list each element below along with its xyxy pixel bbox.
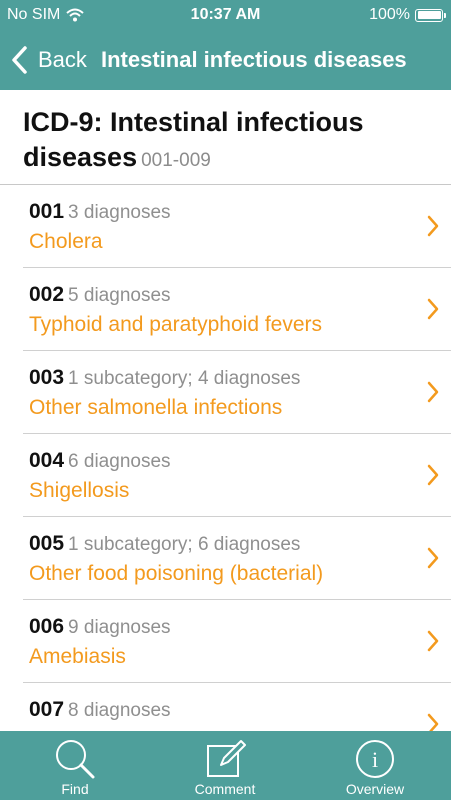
item-code: 005 1 subcategory; 6 diagnoses [29,532,300,556]
page-header: ICD-9: Intestinal infectious diseases 001… [0,90,451,185]
item-name: Cholera [29,230,103,253]
svg-text:i: i [372,747,378,772]
code-number: 007 [29,698,65,721]
item-meta: 3 diagnoses [68,202,171,223]
tab-find-label: Find [61,781,89,797]
code-number: 001 [29,200,65,223]
tab-bar: Find Comment i Overview [0,731,451,800]
chevron-right-icon [427,713,439,731]
item-name: Shigellosis [29,479,130,502]
code-number: 004 [29,449,65,472]
item-meta: 1 subcategory; 4 diagnoses [68,368,301,389]
item-name: Typhoid and paratyphoid fevers [29,313,323,336]
list-item[interactable]: 006 9 diagnoses Amebiasis [0,600,451,683]
battery-percent: 100% [369,6,410,23]
info-icon: i [356,740,394,778]
page-title: ICD-9: Intestinal infectious diseases 001… [23,105,433,178]
list-item[interactable]: 001 3 diagnoses Cholera [0,185,451,268]
code-number: 006 [29,615,65,638]
code-number: 002 [29,283,65,306]
item-meta: 9 diagnoses [68,617,171,638]
item-meta: 6 diagnoses [68,451,171,472]
list-item[interactable]: 004 6 diagnoses Shigellosis [0,434,451,517]
item-meta: 8 diagnoses [68,700,171,721]
item-code: 006 9 diagnoses [29,615,171,639]
item-code: 003 1 subcategory; 4 diagnoses [29,366,300,390]
list-item[interactable]: 003 1 subcategory; 4 diagnoses Other salm… [0,351,451,434]
list-item[interactable]: 005 1 subcategory; 6 diagnoses Other food… [0,517,451,600]
code-range: 001-009 [141,150,211,171]
back-button[interactable]: Back [10,42,87,78]
chevron-right-icon [427,298,439,320]
item-name: Other salmonella infections [29,396,283,419]
item-meta: 1 subcategory; 6 diagnoses [68,534,301,555]
list-item[interactable]: 002 5 diagnoses Typhoid and paratyphoid f… [0,268,451,351]
code-number: 003 [29,366,65,389]
battery-group: 100% [369,6,446,24]
item-code: 007 8 diagnoses [29,698,171,722]
tab-find[interactable]: Find [20,731,130,800]
list-item[interactable]: 007 8 diagnoses [0,683,451,731]
chevron-right-icon [427,630,439,652]
chevron-left-icon [12,46,27,74]
chevron-right-icon [427,547,439,569]
item-code: 002 5 diagnoses [29,283,171,307]
tab-overview[interactable]: i Overview [320,731,430,800]
chevron-right-icon [427,464,439,486]
back-label: Back [38,47,87,72]
chevron-right-icon [427,381,439,403]
item-code: 004 6 diagnoses [29,449,171,473]
item-name: Other food poisoning (bacterial) [29,562,324,585]
item-code: 001 3 diagnoses [29,200,171,224]
nav-title: Intestinal infectious diseases [101,47,407,72]
tab-comment[interactable]: Comment [170,731,280,800]
item-name: Amebiasis [29,645,126,668]
code-number: 005 [29,532,65,555]
chevron-right-icon [427,215,439,237]
battery-icon [415,8,446,22]
tab-overview-label: Overview [345,781,405,797]
tab-comment-label: Comment [194,781,256,797]
category-list: 001 3 diagnoses Cholera 002 5 diagnoses Ty… [0,185,451,731]
navigation-bar: Back Intestinal infectious diseases [0,30,451,90]
item-meta: 5 diagnoses [68,285,171,306]
status-bar: No SIM 10:37 AM 100% [0,0,451,30]
compose-icon [207,740,246,777]
magnifier-icon [56,740,95,779]
